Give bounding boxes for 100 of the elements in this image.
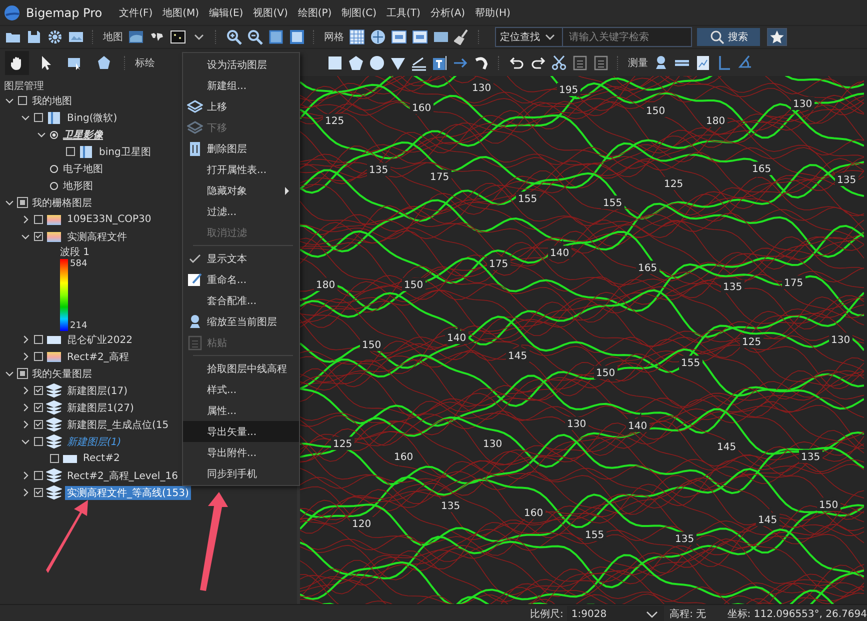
- menu-option[interactable]: 导出矢量...: [183, 421, 299, 442]
- menu-item[interactable]: 文件(F): [114, 6, 158, 20]
- menu-option[interactable]: 过滤...: [183, 201, 299, 222]
- menu-option[interactable]: 样式...: [183, 379, 299, 400]
- checkbox[interactable]: [18, 96, 27, 105]
- checkbox[interactable]: [34, 403, 43, 412]
- menu-option[interactable]: 导出附件...: [183, 442, 299, 463]
- checkbox[interactable]: [34, 488, 43, 497]
- search-mode-dropdown[interactable]: 定位查找: [495, 27, 562, 47]
- hand-tool[interactable]: [5, 50, 29, 74]
- menu-item[interactable]: 绘图(P): [292, 6, 337, 20]
- menu-item[interactable]: 视图(V): [248, 6, 293, 20]
- broom-icon[interactable]: [454, 29, 470, 45]
- paste-icon[interactable]: [593, 54, 609, 70]
- undo-icon[interactable]: [509, 54, 525, 70]
- checkbox[interactable]: [50, 454, 59, 463]
- menu-option[interactable]: 上移: [183, 96, 299, 117]
- zoom-out-icon[interactable]: [247, 29, 263, 45]
- radio-button[interactable]: [50, 164, 58, 172]
- angle-icon[interactable]: [716, 54, 732, 70]
- km-grid-icon[interactable]: [412, 29, 428, 45]
- layer-name[interactable]: bing卫星图: [97, 144, 153, 158]
- layer-name[interactable]: 新建图层_生成点位(15: [65, 418, 171, 432]
- checkbox[interactable]: [18, 198, 27, 207]
- menu-option[interactable]: 同步到手机: [183, 463, 299, 484]
- layer-name[interactable]: 新建图层1(27): [65, 400, 136, 414]
- chart-icon[interactable]: [695, 54, 711, 70]
- toolbar-label: 标绘: [135, 56, 155, 70]
- square-icon[interactable]: [327, 54, 343, 70]
- menu-item[interactable]: 分析(A): [425, 6, 470, 20]
- save-icon[interactable]: [26, 29, 42, 45]
- image-icon[interactable]: [68, 29, 84, 45]
- gear-icon[interactable]: [47, 29, 63, 45]
- copy-icon[interactable]: [572, 54, 588, 70]
- checkbox[interactable]: [66, 147, 75, 156]
- redo-icon[interactable]: [530, 54, 546, 70]
- menu-option[interactable]: 重命名...: [183, 269, 299, 290]
- line-style-icon[interactable]: [411, 54, 427, 70]
- menu-option[interactable]: 缩放至当前图层: [183, 311, 299, 332]
- menu-option[interactable]: 显示文本: [183, 248, 299, 269]
- search-field[interactable]: 请输入关键字检索: [562, 27, 692, 47]
- panel-title: 图层管理: [3, 80, 45, 92]
- checkbox[interactable]: [34, 232, 43, 241]
- menu-option[interactable]: 隐藏对象: [183, 180, 299, 201]
- menu-option[interactable]: 属性...: [183, 400, 299, 421]
- checkbox[interactable]: [18, 369, 27, 378]
- layer-name[interactable]: Rect#2: [81, 453, 122, 464]
- scale-dropdown[interactable]: 1:9028: [567, 606, 664, 621]
- contour-label: 175: [784, 278, 804, 289]
- layer-name[interactable]: Rect#2_高程: [65, 350, 131, 364]
- frame-icon[interactable]: [289, 29, 305, 45]
- layer-name[interactable]: Rect#2_高程_Level_16: [65, 468, 180, 482]
- pentagon-icon[interactable]: [348, 54, 364, 70]
- layer-name[interactable]: 我的矢量图层: [30, 366, 94, 380]
- search-button[interactable]: 搜索: [697, 28, 760, 46]
- layer-name[interactable]: 新建图层(1): [65, 434, 124, 448]
- menu-option[interactable]: 新建组...: [183, 75, 299, 96]
- layer-name[interactable]: 电子地图: [61, 162, 105, 176]
- contour-label: 180: [706, 116, 726, 127]
- globe-icon[interactable]: [370, 29, 386, 45]
- menu-option[interactable]: 拾取图层中线高程: [183, 358, 299, 379]
- menu-item[interactable]: 地图(M): [158, 6, 204, 20]
- checkbox[interactable]: [34, 471, 43, 480]
- checkbox[interactable]: [34, 352, 43, 361]
- menu-option[interactable]: 套合配准...: [183, 290, 299, 311]
- checkbox[interactable]: [34, 335, 43, 344]
- layer-name[interactable]: 昆仑矿业2022: [65, 332, 134, 346]
- checkbox[interactable]: [34, 420, 43, 429]
- checkbox[interactable]: [34, 386, 43, 395]
- protractor-icon[interactable]: [737, 54, 753, 70]
- menu-option[interactable]: 打开属性表...: [183, 159, 299, 180]
- menu-option[interactable]: 删除图层: [183, 138, 299, 159]
- menu-item[interactable]: 工具(T): [382, 6, 426, 20]
- radio-button[interactable]: [50, 182, 58, 190]
- layer-name[interactable]: 109E33N_COP30: [65, 214, 154, 225]
- menu-item[interactable]: 帮助(H): [470, 6, 516, 20]
- checkbox[interactable]: [34, 113, 43, 122]
- layer-name[interactable]: Bing(微软): [65, 110, 120, 124]
- circle-icon[interactable]: [369, 54, 385, 70]
- layer-name[interactable]: 地形图: [61, 178, 95, 192]
- contour-label: 140: [550, 248, 570, 259]
- layer-name[interactable]: 实测高程文件_等高线(153): [65, 486, 191, 500]
- zoom-in-icon[interactable]: [226, 29, 242, 45]
- menu-item[interactable]: 编辑(E): [204, 6, 248, 20]
- checkbox[interactable]: [34, 215, 43, 224]
- km-grid-icon[interactable]: [391, 29, 407, 45]
- layer-name[interactable]: 新建图层(17): [65, 384, 130, 398]
- grid-icon[interactable]: [349, 29, 365, 45]
- text-box-icon[interactable]: [432, 54, 448, 70]
- layer-name[interactable]: 我的栅格图层: [30, 196, 94, 210]
- menu-item[interactable]: 制图(C): [336, 6, 382, 20]
- favorite-button[interactable]: [767, 28, 787, 46]
- layer-name[interactable]: 我的地图: [30, 94, 74, 108]
- menu-option[interactable]: 设为活动图层: [183, 54, 299, 75]
- layer-name[interactable]: 卫星影像: [61, 128, 105, 142]
- checkbox[interactable]: [34, 437, 43, 446]
- curve-icon[interactable]: [474, 54, 490, 70]
- scissors-icon[interactable]: [551, 54, 567, 70]
- radio-button[interactable]: [50, 130, 58, 138]
- layer-name[interactable]: 实测高程文件: [65, 230, 129, 244]
